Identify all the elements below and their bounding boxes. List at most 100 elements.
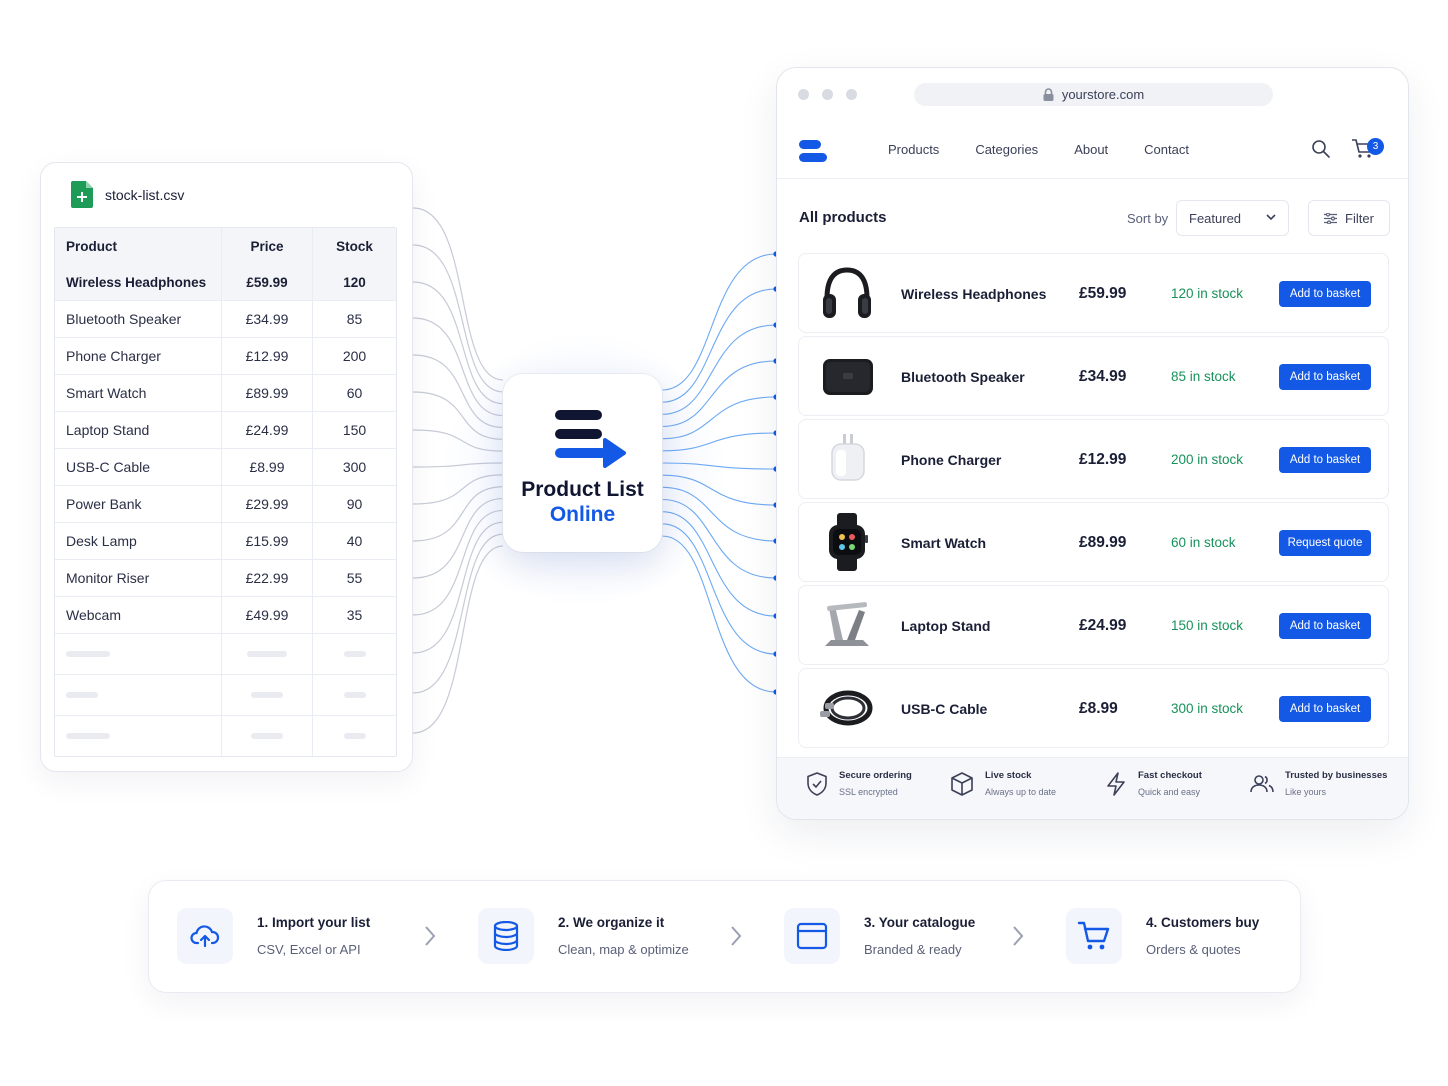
trust-subtitle: Always up to date xyxy=(985,787,1057,797)
cell-price: £24.99 xyxy=(222,412,313,448)
trust-subtitle: Like yours xyxy=(1285,787,1327,797)
product-row: Laptop Stand £24.99 150 in stock Add to … xyxy=(798,585,1389,665)
product-row: Phone Charger £12.99 200 in stock Add to… xyxy=(798,419,1389,499)
step-subtitle: Clean, map & optimize xyxy=(558,942,689,957)
product-price: £59.99 xyxy=(1079,285,1127,302)
cell-price: £12.99 xyxy=(222,338,313,374)
table-row: Power Bank £29.99 90 xyxy=(55,485,396,522)
chevron-right-icon xyxy=(1013,926,1024,946)
add-to-basket-button[interactable]: Add to basket xyxy=(1279,696,1371,722)
trust-item: Trusted by businesses Like yours xyxy=(1249,770,1387,797)
trust-title: Trusted by businesses xyxy=(1285,770,1388,781)
table-row: USB-C Cable £8.99 300 xyxy=(55,448,396,485)
step-icon-box xyxy=(478,908,534,964)
cell-product: Wireless Headphones xyxy=(55,264,222,300)
cell-price: £89.99 xyxy=(222,375,313,411)
product-stock: 150 in stock xyxy=(1171,618,1244,633)
trust-title: Fast checkout xyxy=(1138,770,1202,781)
product-stock: 60 in stock xyxy=(1171,535,1236,550)
step-title: 4. Customers buy xyxy=(1146,915,1260,930)
hub-subtitle: Online xyxy=(549,503,616,526)
chevron-right-icon xyxy=(731,926,742,946)
product-row: Smart Watch £89.99 60 in stock Request q… xyxy=(798,502,1389,582)
list-title: All products xyxy=(799,209,887,226)
cell-stock: 150 xyxy=(342,422,367,438)
add-to-basket-button[interactable]: Add to basket xyxy=(1279,447,1371,473)
cell-product: Laptop Stand xyxy=(55,412,222,448)
nav-links: Products Categories About Contact xyxy=(888,142,1189,157)
step-title: 2. We organize it xyxy=(558,915,665,930)
filter-icon xyxy=(1324,212,1338,224)
charger-icon xyxy=(817,428,877,490)
add-to-basket-button[interactable]: Add to basket xyxy=(1279,364,1371,390)
product-name[interactable]: Bluetooth Speaker xyxy=(901,369,1025,385)
lock-icon xyxy=(1043,88,1054,101)
step-icon-box xyxy=(1066,908,1122,964)
product-list: Wireless Headphones £59.99 120 in stock … xyxy=(798,253,1389,751)
request-quote-button[interactable]: Request quote xyxy=(1279,530,1371,556)
product-name[interactable]: Smart Watch xyxy=(901,535,986,551)
window-minimize-dot[interactable] xyxy=(822,89,833,100)
cell-price: £29.99 xyxy=(222,486,313,522)
lightning-icon xyxy=(1107,771,1125,796)
browser-window-icon xyxy=(796,922,828,950)
chevron-down-icon xyxy=(1266,214,1276,221)
trust-subtitle: SSL encrypted xyxy=(839,787,898,797)
product-price: £12.99 xyxy=(1079,451,1127,468)
window-maximize-dot[interactable] xyxy=(846,89,857,100)
step-title: 3. Your catalogue xyxy=(864,915,976,930)
product-row: USB-C Cable £8.99 300 in stock Add to ba… xyxy=(798,668,1389,748)
cell-product: Power Bank xyxy=(55,486,222,522)
window-close-dot[interactable] xyxy=(798,89,809,100)
step-title: 1. Import your list xyxy=(257,915,371,930)
trust-subtitle: Quick and easy xyxy=(1138,787,1201,797)
search-icon[interactable] xyxy=(1311,139,1331,159)
nav-link-categories[interactable]: Categories xyxy=(975,142,1038,157)
table-row: Monitor Riser £22.99 55 xyxy=(55,559,396,596)
product-price: £89.99 xyxy=(1079,534,1127,551)
table-row: Phone Charger £12.99 200 xyxy=(55,337,396,374)
store-logo-icon[interactable] xyxy=(799,138,829,164)
nav-link-contact[interactable]: Contact xyxy=(1144,142,1189,157)
cell-product: Webcam xyxy=(55,597,222,633)
table-row: Wireless Headphones £59.99 120 xyxy=(55,264,396,300)
product-list-logo-icon xyxy=(555,410,626,468)
product-name[interactable]: Wireless Headphones xyxy=(901,286,1046,302)
store-navbar: Products Categories About Contact 3 xyxy=(777,124,1408,179)
cell-product: Monitor Riser xyxy=(55,560,222,596)
product-row: Bluetooth Speaker £34.99 85 in stock Add… xyxy=(798,336,1389,416)
cell-stock: 55 xyxy=(346,570,363,586)
cable-icon xyxy=(817,677,877,739)
spreadsheet-header: stock-list.csv xyxy=(71,181,184,208)
product-name[interactable]: Phone Charger xyxy=(901,452,1001,468)
database-icon xyxy=(493,921,519,951)
add-to-basket-button[interactable]: Add to basket xyxy=(1279,281,1371,307)
cloud-upload-icon xyxy=(190,925,220,948)
nav-link-about[interactable]: About xyxy=(1074,142,1108,157)
step-icon-box xyxy=(784,908,840,964)
product-stock: 120 in stock xyxy=(1171,286,1244,301)
address-bar[interactable]: yourstore.com xyxy=(914,83,1273,106)
smartwatch-icon xyxy=(817,511,877,573)
nav-link-products[interactable]: Products xyxy=(888,142,939,157)
product-stock: 85 in stock xyxy=(1171,369,1236,384)
process-steps-bar: 1. Import your list CSV, Excel or API 2. … xyxy=(148,880,1301,993)
trust-item: Live stock Always up to date xyxy=(949,770,1056,797)
trust-bar: Secure ordering SSL encrypted Live stock A… xyxy=(777,757,1408,819)
step-subtitle: Orders & quotes xyxy=(1146,942,1241,957)
cell-price: £59.99 xyxy=(222,264,313,300)
product-name[interactable]: USB-C Cable xyxy=(901,701,987,717)
product-price: £34.99 xyxy=(1079,368,1127,385)
browser-window: yourstore.com Products Categories About … xyxy=(776,67,1409,820)
product-toolbar: All products Sort by Featured Filter xyxy=(799,200,1390,236)
placeholder-row xyxy=(55,715,396,756)
add-to-basket-button[interactable]: Add to basket xyxy=(1279,613,1371,639)
cell-stock: 85 xyxy=(346,311,363,327)
product-row: Wireless Headphones £59.99 120 in stock … xyxy=(798,253,1389,333)
filter-button[interactable]: Filter xyxy=(1308,200,1390,236)
sort-select[interactable]: Featured xyxy=(1176,200,1289,236)
sort-label: Sort by xyxy=(1127,211,1169,226)
product-name[interactable]: Laptop Stand xyxy=(901,618,990,634)
sort-value: Featured xyxy=(1189,210,1242,226)
cell-stock: 60 xyxy=(346,385,363,401)
